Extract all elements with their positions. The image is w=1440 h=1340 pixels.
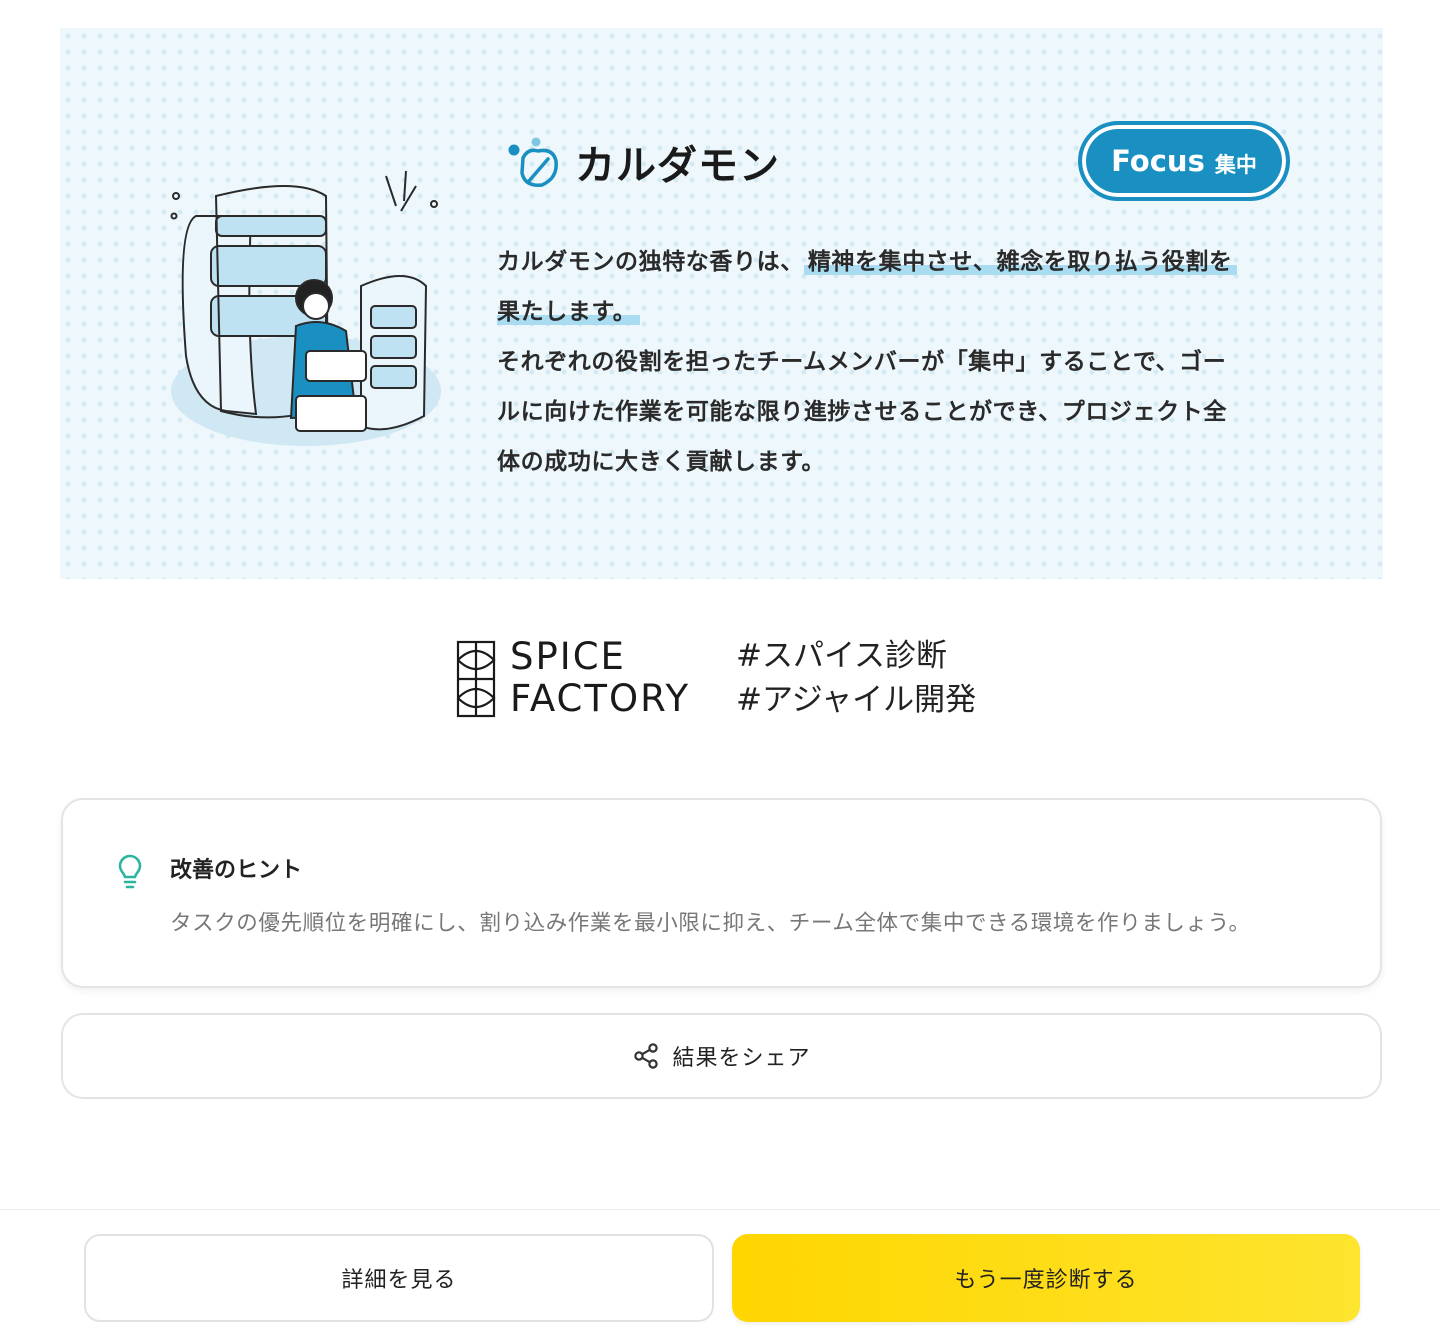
desc-line-3: それぞれの役割を担ったチームメンバーが「集中」することで、ゴー xyxy=(497,349,1227,375)
focus-badge: Focus 集中 xyxy=(1078,121,1290,201)
detail-button[interactable]: 詳細を見る xyxy=(84,1234,714,1322)
brand-line-2: FACTORY xyxy=(510,677,691,720)
focus-illustration xyxy=(170,170,441,446)
share-icon xyxy=(634,1043,659,1069)
spice-name: カルダモン xyxy=(575,143,780,189)
desc-prefix: カルダモンの独特な香りは、 xyxy=(497,249,804,275)
retry-button[interactable]: もう一度診断する xyxy=(732,1234,1360,1322)
brand-name: SPICE FACTORY xyxy=(510,636,690,720)
cardamom-leaf-icon xyxy=(508,137,558,187)
desc-highlight-2: 果たします。 xyxy=(497,299,641,325)
lightbulb-icon xyxy=(118,854,142,889)
spice-factory-logo xyxy=(456,640,496,718)
brand-line-1: SPICE xyxy=(510,635,626,678)
badge-ja: 集中 xyxy=(1214,153,1257,177)
desc-highlight-1: 精神を集中させ、雑念を取り払う役割を xyxy=(803,249,1237,275)
desc-line-4: ルに向けた作業を可能な限り進捗させることができ、プロジェクト全 xyxy=(497,399,1227,425)
spice-description: カルダモンの独特な香りは、 精神を集中させ、雑念を取り払う役割を 果たします。 そ… xyxy=(497,237,1287,487)
hint-title: 改善のヒント xyxy=(170,858,303,883)
desc-line-5: 体の成功に大きく貢献します。 xyxy=(497,449,826,475)
badge-en: Focus xyxy=(1111,144,1205,178)
hint-body: タスクの優先順位を明確にし、割り込み作業を最小限に抑え、チーム全体で集中できる環… xyxy=(170,911,1251,936)
result-card: カルダモン Focus 集中 カルダモンの独特な香りは、 精神を集中させ、雑念を取… xyxy=(60,28,1383,579)
spice-header: カルダモン xyxy=(505,133,780,191)
footer-divider xyxy=(0,1209,1440,1210)
hashtags: #スパイス診断 #アジャイル開発 xyxy=(736,634,976,722)
desc-line-1: カルダモンの独特な香りは、 精神を集中させ、雑念を取り払う役割を xyxy=(497,237,1287,287)
brand-block: SPICE FACTORY xyxy=(456,636,690,720)
desc-line-2: 果たします。 xyxy=(497,287,1287,337)
hashtag: #アジャイル開発 xyxy=(736,682,977,718)
hashtag: #スパイス診断 xyxy=(736,638,948,674)
share-button[interactable]: 結果をシェア xyxy=(61,1013,1382,1099)
share-label: 結果をシェア xyxy=(672,1046,811,1071)
hint-card: 改善のヒント タスクの優先順位を明確にし、割り込み作業を最小限に抑え、チーム全体… xyxy=(61,798,1382,988)
